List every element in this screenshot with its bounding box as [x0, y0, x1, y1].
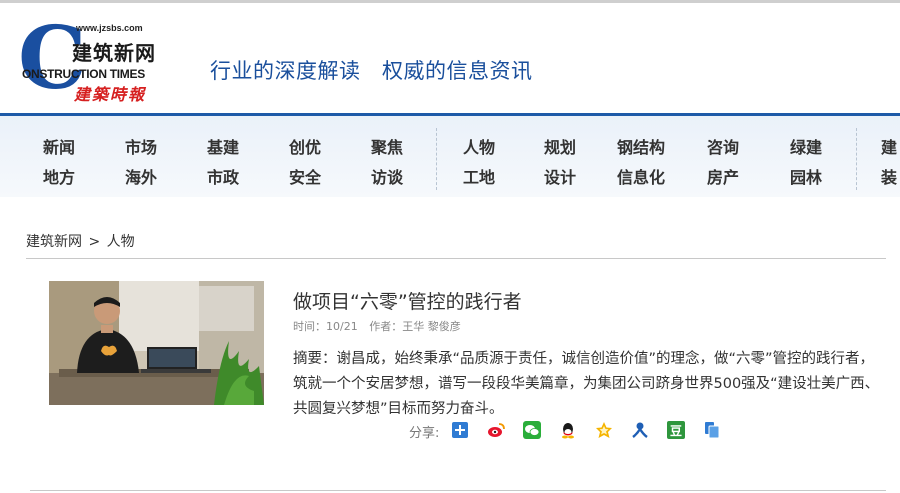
nav-item-overseas[interactable]: 海外: [125, 164, 157, 188]
nav-item-informatization[interactable]: 信息化: [617, 164, 665, 188]
article-thumbnail[interactable]: [49, 281, 264, 405]
nav-item-consulting[interactable]: 咨询: [707, 134, 739, 158]
qzone-icon[interactable]: [595, 421, 613, 439]
article-title-link[interactable]: 做项目“六零”管控的践行者: [293, 287, 522, 314]
wechat-icon[interactable]: [523, 421, 541, 439]
breadcrumb-home-link[interactable]: 建筑新网: [26, 234, 82, 250]
nav-item-planning[interactable]: 规划: [544, 134, 576, 158]
nav-item-market[interactable]: 市场: [125, 134, 157, 158]
divider: [26, 258, 886, 259]
logo-name-en: ONSTRUCTION TIMES: [22, 67, 145, 81]
nav-item-safety[interactable]: 安全: [289, 164, 321, 188]
nav-item-decoration-partial[interactable]: 装: [881, 164, 897, 188]
article-time: 时间：10/21: [293, 320, 358, 333]
logo-name-script: 建築時報: [74, 85, 147, 104]
breadcrumb-current[interactable]: 人物: [107, 234, 135, 250]
site-logo[interactable]: C www.jzsbs.com 建筑新网 ONSTRUCTION TIMES 建…: [18, 8, 168, 109]
copy-icon[interactable]: [703, 421, 721, 439]
nav-item-landscape[interactable]: 园林: [790, 164, 822, 188]
nav-item-municipal[interactable]: 市政: [207, 164, 239, 188]
share-label: 分享:: [409, 426, 440, 441]
article-summary: 摘要：谢昌成，始终秉承“品质源于责任，诚信创造价值”的理念，做“六零”管控的践行…: [293, 351, 880, 417]
site-header: C www.jzsbs.com 建筑新网 ONSTRUCTION TIMES 建…: [0, 3, 900, 113]
renren-icon[interactable]: [631, 421, 649, 439]
breadcrumb-separator: >: [88, 234, 101, 250]
nav-item-excellence[interactable]: 创优: [289, 134, 321, 158]
share-more-icon[interactable]: [451, 421, 469, 439]
nav-item-construction-site[interactable]: 工地: [463, 164, 495, 188]
nav-separator: [856, 128, 857, 190]
svg-text:豆: 豆: [670, 424, 682, 438]
nav-item-design[interactable]: 设计: [544, 164, 576, 188]
nav-separator: [436, 128, 437, 190]
nav-item-local[interactable]: 地方: [43, 164, 75, 188]
nav-item-focus[interactable]: 聚焦: [371, 134, 403, 158]
douban-icon[interactable]: 豆: [667, 421, 685, 439]
divider: [30, 490, 886, 491]
nav-item-news[interactable]: 新闻: [43, 134, 75, 158]
breadcrumb: 建筑新网 > 人物: [26, 231, 137, 251]
qq-icon[interactable]: [559, 421, 577, 439]
logo-url: www.jzsbs.com: [76, 23, 143, 33]
article-meta: 时间：10/21 作者：王华 黎俊彦: [293, 318, 469, 334]
nav-item-real-estate[interactable]: 房产: [707, 164, 739, 188]
nav-item-green-building[interactable]: 绿建: [790, 134, 822, 158]
site-slogan: 行业的深度解读 权威的信息资讯: [210, 59, 533, 83]
weibo-icon[interactable]: [487, 421, 505, 439]
nav-item-interview[interactable]: 访谈: [371, 164, 403, 188]
nav-item-infrastructure[interactable]: 基建: [207, 134, 239, 158]
nav-item-build-partial[interactable]: 建: [881, 134, 897, 158]
main-nav: 新闻 市场 基建 创优 聚焦 地方 海外 市政 安全 访谈 人物 规划 钢结构 …: [0, 113, 900, 197]
nav-item-people[interactable]: 人物: [463, 134, 495, 158]
nav-item-steel-structure[interactable]: 钢结构: [617, 134, 665, 158]
logo-letter: C: [18, 8, 86, 109]
article-author: 作者：王华 黎俊彦: [369, 320, 461, 333]
person-at-desk-photo: [49, 281, 264, 405]
logo-name-cn: 建筑新网: [72, 41, 156, 65]
